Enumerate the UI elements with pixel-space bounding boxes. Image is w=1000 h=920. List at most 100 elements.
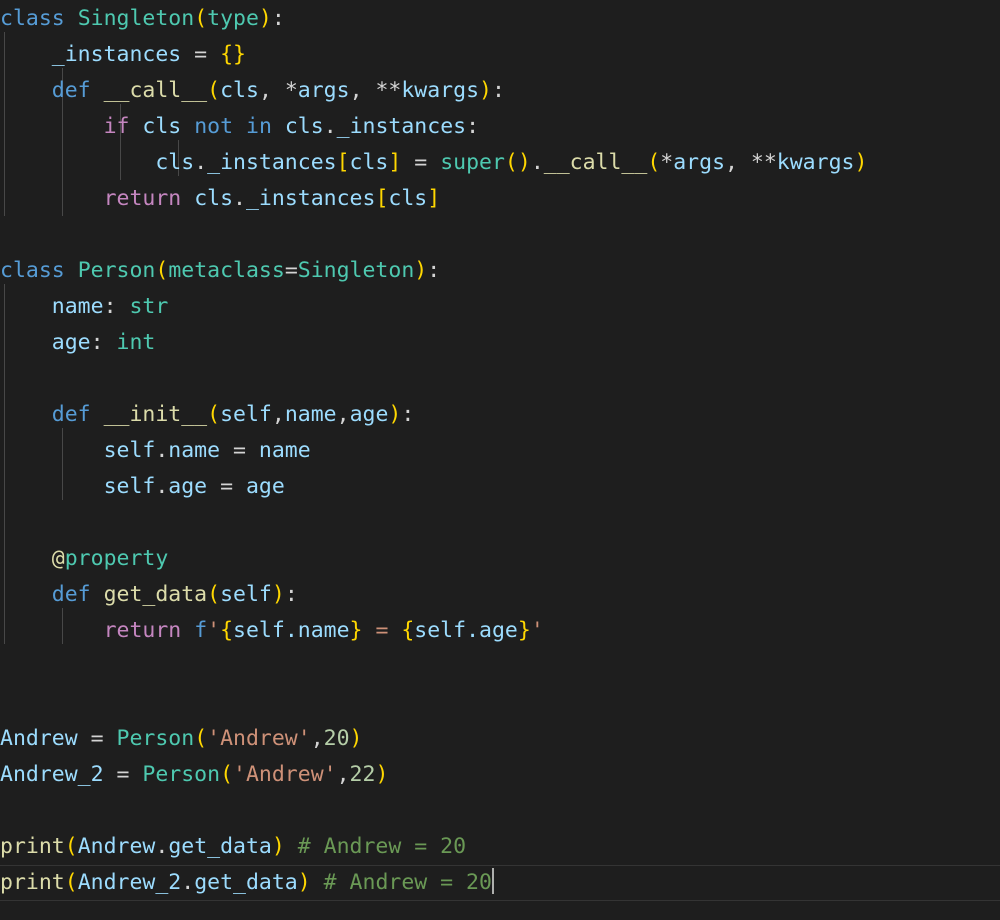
code-line-15-blank[interactable] [0,505,1000,541]
code-line-1[interactable]: class Singleton(type): [0,1,1000,37]
token-rbracket: ] [388,150,402,175]
code-line-3[interactable]: def __call__(cls, *args, **kwargs): [0,73,1000,109]
token-colon: : [491,78,505,103]
token-rparen: ) [271,582,285,607]
code-editor[interactable]: class Singleton(type): _instances = {} d… [0,0,1000,920]
token-decorator-at: @ [51,546,65,571]
code-line-24[interactable]: print(Andrew.get_data) # Andrew = 20 [0,829,1000,865]
token-param-self: self [220,402,272,427]
token-var-instances: _instances [51,42,182,67]
token-assign: = [77,726,117,751]
token-value-age: age [245,474,285,499]
code-line-21[interactable]: Andrew = Person('Andrew',20) [0,721,1000,757]
code-line-12[interactable]: def __init__(self,name,age): [0,397,1000,433]
token-colon: : [103,294,130,319]
token-comma: , [336,402,350,427]
code-line-10[interactable]: age: int [0,325,1000,361]
code-line-25-current[interactable]: print(Andrew_2.get_data) # Andrew = 20 [0,865,1000,901]
token-fstring-prefix: f [194,618,208,643]
code-line-8[interactable]: class Person(metaclass=Singleton): [0,253,1000,289]
token-colon: : [466,114,480,139]
token-attr-instances: _instances [207,150,337,175]
token-dot: . [194,150,208,175]
text-cursor [491,868,494,894]
token-field-age: age [51,330,91,355]
token-number-20: 20 [323,726,350,751]
token-keyword-def: def [51,582,91,607]
token-assign: = [401,150,441,175]
token-var-andrew-2: Andrew_2 [77,870,182,895]
token-keyword-def: def [51,78,91,103]
code-line-2[interactable]: _instances = {} [0,37,1000,73]
code-line-23-blank[interactable] [0,793,1000,829]
token-value-singleton: Singleton [297,258,415,283]
token-comma: , [310,726,324,751]
token-lparen: ( [207,582,221,607]
code-line-19-blank[interactable] [0,649,1000,685]
token-assign: = [103,762,143,787]
token-lparen: ( [194,726,208,751]
token-attr-name: name [168,438,221,463]
code-line-18[interactable]: return f'{self.name} = {self.age}' [0,613,1000,649]
token-kwarg-metaclass: metaclass [168,258,285,283]
code-line-4[interactable]: if cls not in cls._instances: [0,109,1000,145]
token-index-cls: cls [388,186,428,211]
token-class-person: Person [116,726,195,751]
token-comma: , [271,402,285,427]
token-assign: = [220,438,259,463]
token-function-print: print [0,834,65,859]
token-var-andrew: Andrew [0,726,78,751]
token-var-andrew-2: Andrew_2 [0,762,104,787]
token-param-age: age [349,402,389,427]
token-var-cls: cls [142,114,182,139]
code-line-14[interactable]: self.age = age [0,469,1000,505]
token-string-literal-equals: = [362,618,402,643]
token-dot: . [323,114,337,139]
code-line-7-blank[interactable] [0,217,1000,253]
token-fstring-expr-age: self.age [414,618,518,643]
token-keyword-if: if [103,114,130,139]
token-quote-open: ' [207,618,221,643]
token-fstring-expr-name: self.name [233,618,350,643]
token-attr-age: age [168,474,208,499]
token-assign: = [207,474,246,499]
code-line-5[interactable]: cls._instances[cls] = super().__call__(*… [0,145,1000,181]
code-line-16[interactable]: @property [0,541,1000,577]
code-line-11-blank[interactable] [0,361,1000,397]
code-line-17[interactable]: def get_data(self): [0,577,1000,613]
code-line-22[interactable]: Andrew_2 = Person('Andrew',22) [0,757,1000,793]
code-line-13[interactable]: self.name = name [0,433,1000,469]
token-dot: . [181,870,195,895]
token-rparen: ) [414,258,428,283]
code-line-9[interactable]: name: str [0,289,1000,325]
code-lines[interactable]: class Singleton(type): _instances = {} d… [0,0,1000,901]
token-lparen: ( [220,762,234,787]
token-dot: . [155,438,169,463]
token-rparen: ) [375,762,389,787]
token-attr-instances: _instances [336,114,467,139]
token-dot: . [233,186,246,211]
token-value-name: name [258,438,311,463]
token-empty-dict: {} [220,42,246,67]
token-lparen: ( [64,870,78,895]
token-keyword-return: return [103,618,182,643]
code-line-20-blank[interactable] [0,685,1000,721]
code-line-6[interactable]: return cls._instances[cls] [0,181,1000,217]
token-colon: : [90,330,117,355]
token-param-name: name [284,402,337,427]
token-keyword-class: class [0,6,65,31]
token-brace-open: { [401,618,415,643]
token-lbracket: [ [375,186,389,211]
token-dot: . [530,150,544,175]
token-comma: , [258,78,285,103]
token-colon: : [427,258,441,283]
token-var-cls: cls [284,114,324,139]
token-colon: : [401,402,415,427]
